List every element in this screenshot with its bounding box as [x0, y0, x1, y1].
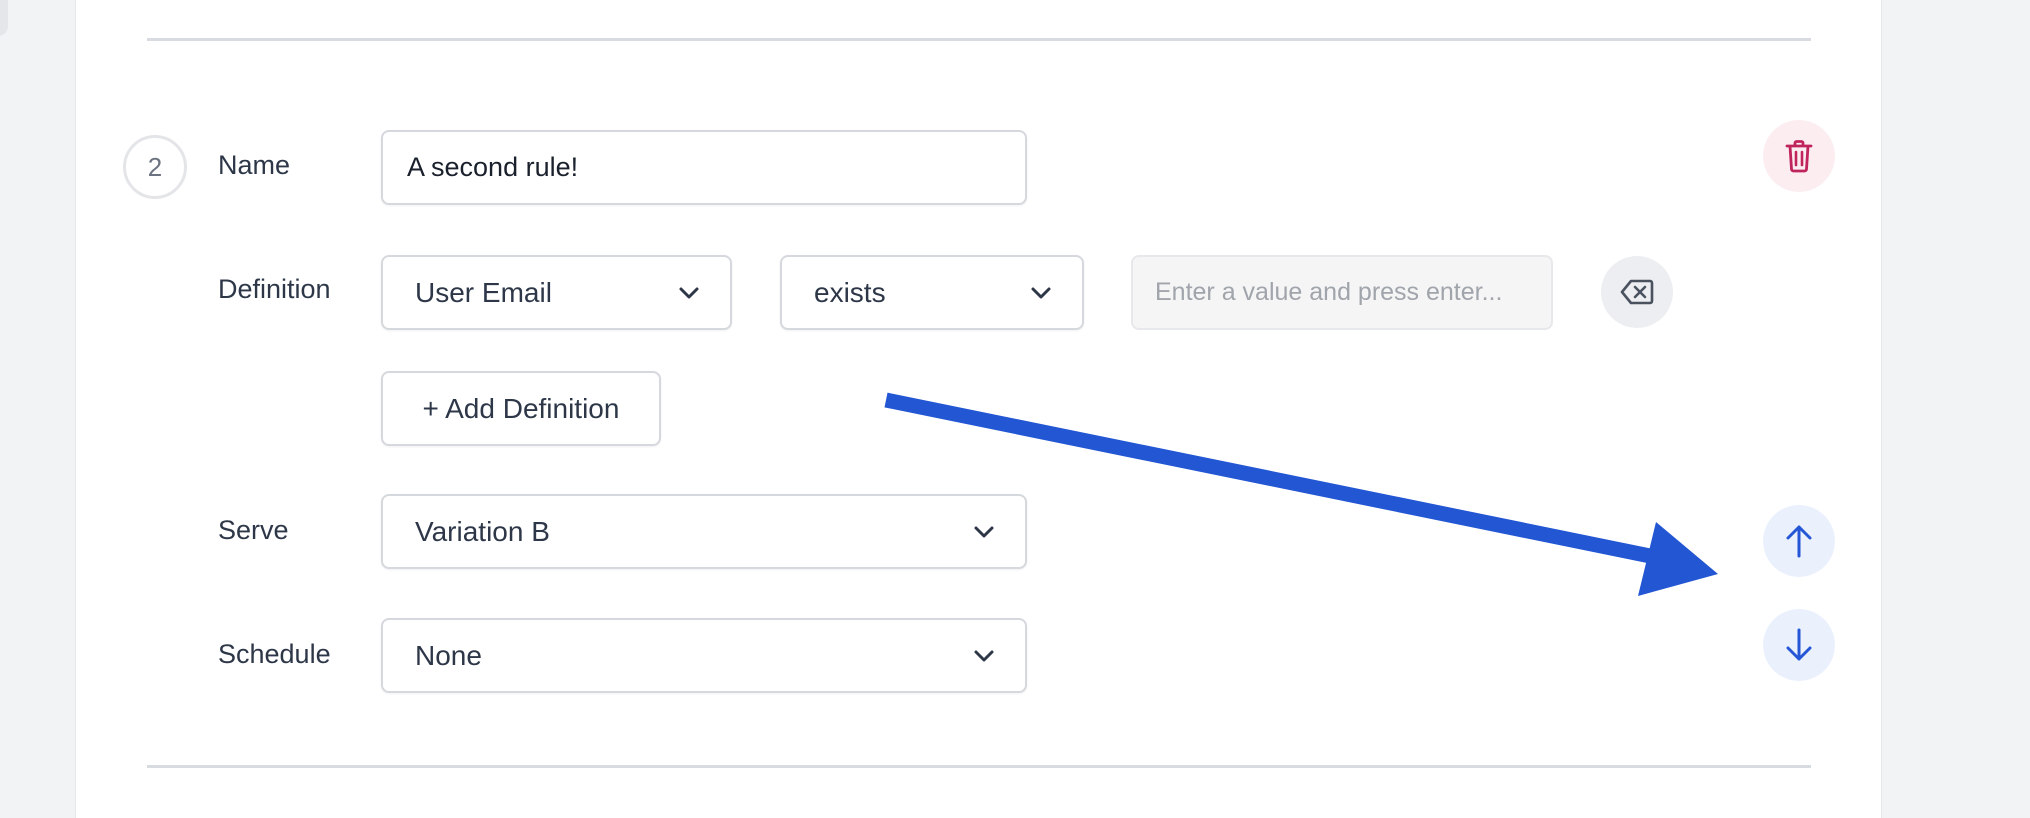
- side-panel-edge: [0, 0, 8, 36]
- attribute-select-value: User Email: [415, 276, 552, 308]
- arrow-down-icon: [1786, 628, 1812, 661]
- chevron-down-icon: [974, 526, 994, 537]
- rule-card: 2 Name A second rule! Definition User Em…: [75, 0, 1882, 818]
- chevron-down-icon: [974, 650, 994, 661]
- operator-select[interactable]: exists: [780, 255, 1084, 330]
- chevron-down-icon: [679, 287, 699, 298]
- move-rule-up-button[interactable]: [1763, 505, 1835, 577]
- arrow-up-icon: [1786, 525, 1812, 558]
- name-label: Name: [218, 150, 291, 180]
- schedule-select-value: None: [415, 639, 482, 671]
- definition-label: Definition: [218, 274, 331, 304]
- add-definition-button[interactable]: + Add Definition: [381, 371, 661, 446]
- rule-step-number: 2: [123, 135, 187, 199]
- definition-value-input[interactable]: Enter a value and press enter...: [1131, 255, 1553, 330]
- clear-definition-button[interactable]: [1601, 256, 1673, 328]
- schedule-label: Schedule: [218, 639, 331, 669]
- attribute-select[interactable]: User Email: [381, 255, 732, 330]
- delete-rule-button[interactable]: [1763, 120, 1835, 192]
- serve-label: Serve: [218, 515, 289, 545]
- trash-icon: [1785, 140, 1813, 173]
- serve-select-value: Variation B: [415, 515, 550, 547]
- backspace-icon: [1620, 279, 1654, 305]
- serve-select[interactable]: Variation B: [381, 494, 1027, 569]
- definition-value-placeholder: Enter a value and press enter...: [1155, 278, 1503, 306]
- move-rule-down-button[interactable]: [1763, 609, 1835, 681]
- chevron-down-icon: [1031, 287, 1051, 298]
- top-divider: [147, 38, 1811, 41]
- add-definition-label: + Add Definition: [422, 392, 620, 424]
- schedule-select[interactable]: None: [381, 618, 1027, 693]
- rule-name-input[interactable]: A second rule!: [381, 130, 1027, 205]
- bottom-divider: [147, 765, 1811, 768]
- rule-name-value: A second rule!: [407, 152, 579, 182]
- operator-select-value: exists: [814, 276, 886, 308]
